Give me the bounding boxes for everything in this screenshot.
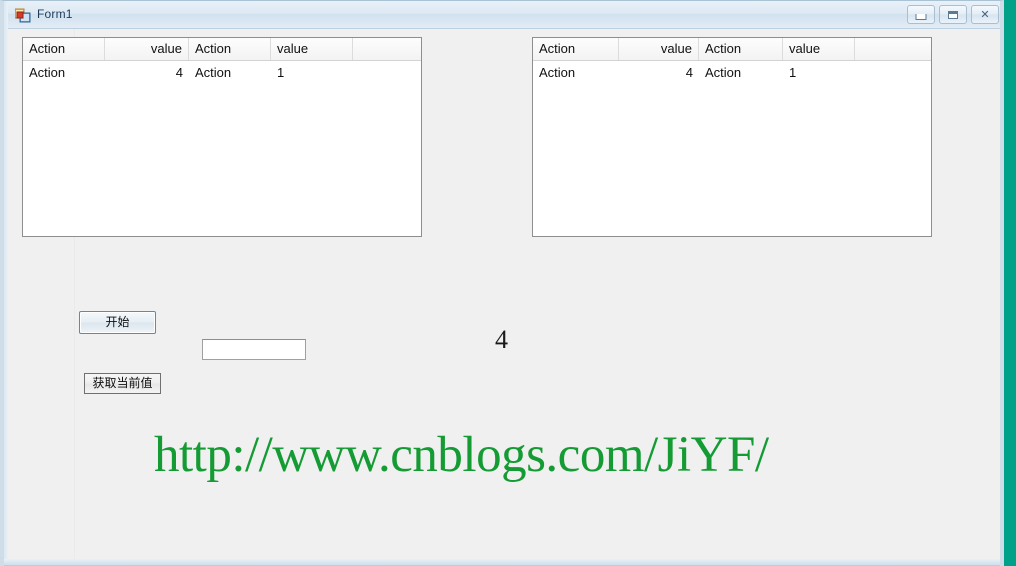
cell-filler <box>855 61 931 86</box>
column-header-action-2[interactable]: Action <box>189 38 271 60</box>
minimize-icon <box>915 13 927 20</box>
right-data-grid[interactable]: Action value Action value Action 4 Actio… <box>532 37 932 237</box>
column-header-filler <box>353 38 421 60</box>
column-header-action-1[interactable]: Action <box>23 38 105 60</box>
get-current-value-button[interactable]: 获取当前值 <box>84 373 161 394</box>
cell-value-2[interactable]: 1 <box>271 61 353 86</box>
application-window: Form1 ✕ Action value Action value Action… <box>0 0 1004 566</box>
window-controls: ✕ <box>907 5 999 24</box>
cell-value-1[interactable]: 4 <box>105 61 189 86</box>
column-header-value-2[interactable]: value <box>783 38 855 60</box>
column-header-filler <box>855 38 931 60</box>
left-data-grid[interactable]: Action value Action value Action 4 Actio… <box>22 37 422 237</box>
cell-action-2[interactable]: Action <box>189 61 271 86</box>
maximize-button[interactable] <box>939 5 967 24</box>
maximize-icon <box>948 10 958 19</box>
cell-action-2[interactable]: Action <box>699 61 783 86</box>
close-button[interactable]: ✕ <box>971 5 999 24</box>
cell-action-1[interactable]: Action <box>533 61 619 86</box>
table-row[interactable]: Action 4 Action 1 <box>533 61 931 86</box>
window-title: Form1 <box>37 7 73 21</box>
url-label: http://www.cnblogs.com/JiYF/ <box>154 427 769 483</box>
column-header-value-1[interactable]: value <box>619 38 699 60</box>
form-client-area: Action value Action value Action 4 Actio… <box>8 29 1000 559</box>
counter-label: 4 <box>495 325 508 354</box>
winforms-icon <box>15 8 31 23</box>
start-button[interactable]: 开始 <box>79 311 156 334</box>
title-bar[interactable]: Form1 ✕ <box>8 1 1000 29</box>
column-header-value-2[interactable]: value <box>271 38 353 60</box>
left-data-grid-header: Action value Action value <box>23 38 421 61</box>
column-header-value-1[interactable]: value <box>105 38 189 60</box>
column-header-action-2[interactable]: Action <box>699 38 783 60</box>
value-input[interactable] <box>202 339 306 360</box>
cell-action-1[interactable]: Action <box>23 61 105 86</box>
close-icon: ✕ <box>980 7 990 21</box>
right-data-grid-header: Action value Action value <box>533 38 931 61</box>
cell-value-1[interactable]: 4 <box>619 61 699 86</box>
cell-filler <box>353 61 421 86</box>
table-row[interactable]: Action 4 Action 1 <box>23 61 421 86</box>
window-frame-bottom <box>4 559 1000 566</box>
minimize-button[interactable] <box>907 5 935 24</box>
column-header-action-1[interactable]: Action <box>533 38 619 60</box>
cell-value-2[interactable]: 1 <box>783 61 855 86</box>
